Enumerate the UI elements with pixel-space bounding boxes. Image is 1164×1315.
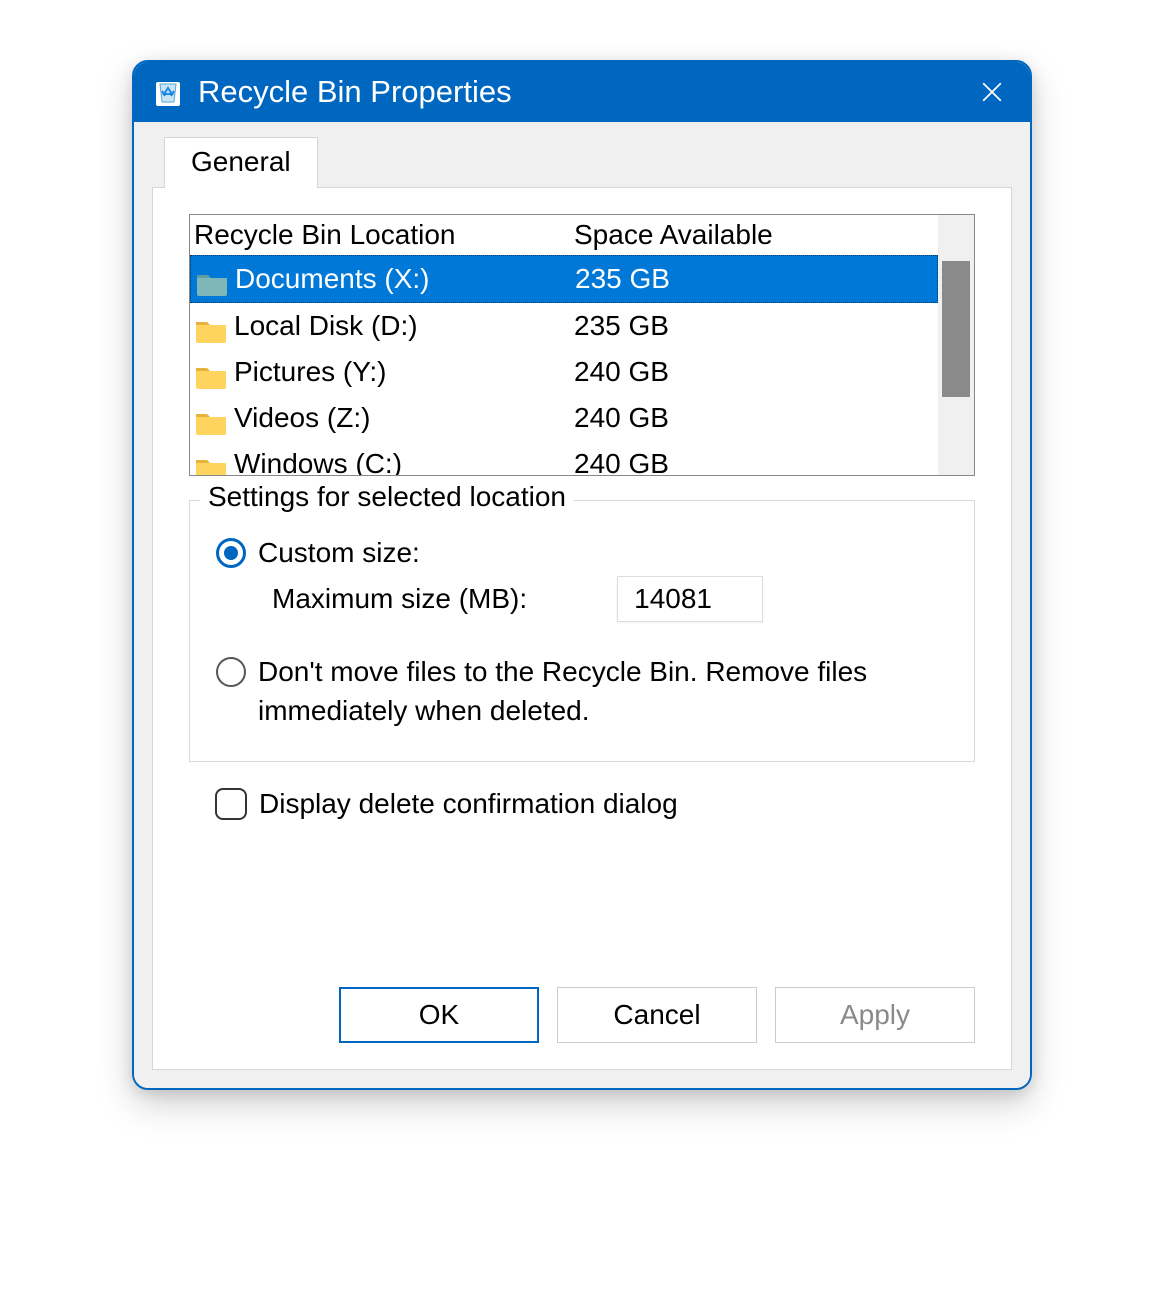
scrollbar-thumb[interactable] <box>942 261 970 397</box>
row-space: 240 GB <box>574 351 938 393</box>
recycle-bin-icon <box>152 76 184 108</box>
row-space: 240 GB <box>574 397 938 439</box>
tab-general[interactable]: General <box>164 137 318 188</box>
dont-move-label: Don't move files to the Recycle Bin. Rem… <box>258 652 948 730</box>
tab-panel-general: Recycle Bin Location Space Available Doc… <box>152 187 1012 1070</box>
cancel-button[interactable]: Cancel <box>557 987 757 1043</box>
close-button[interactable] <box>972 72 1012 112</box>
column-header-location[interactable]: Recycle Bin Location <box>194 219 574 251</box>
row-location: Local Disk (D:) <box>234 305 418 347</box>
display-confirmation-label: Display delete confirmation dialog <box>259 788 678 820</box>
row-space: 240 GB <box>574 443 938 475</box>
radio-dont-move[interactable] <box>216 657 246 687</box>
location-listview: Recycle Bin Location Space Available Doc… <box>189 214 975 476</box>
folder-icon <box>194 405 228 431</box>
dialog-body: General Recycle Bin Location Space Avail… <box>134 122 1030 1088</box>
recycle-bin-properties-dialog: Recycle Bin Properties General Recycle B… <box>132 60 1032 1090</box>
scrollbar[interactable] <box>938 215 974 475</box>
table-row[interactable]: Local Disk (D:) 235 GB <box>190 303 938 349</box>
custom-size-label: Custom size: <box>258 533 948 572</box>
row-location: Pictures (Y:) <box>234 351 386 393</box>
folder-icon <box>194 313 228 339</box>
settings-groupbox: Settings for selected location Custom si… <box>189 500 975 762</box>
window-title: Recycle Bin Properties <box>198 74 972 110</box>
ok-button[interactable]: OK <box>339 987 539 1043</box>
dialog-button-row: OK Cancel Apply <box>189 947 975 1043</box>
row-location: Videos (Z:) <box>234 397 370 439</box>
groupbox-legend: Settings for selected location <box>200 481 574 513</box>
table-row[interactable]: Videos (Z:) 240 GB <box>190 395 938 441</box>
checkbox-display-confirmation[interactable] <box>215 788 247 820</box>
radio-custom-size[interactable] <box>216 538 246 568</box>
table-row[interactable]: Windows (C:) 240 GB <box>190 441 938 475</box>
max-size-input[interactable] <box>617 576 763 622</box>
row-location: Windows (C:) <box>234 443 402 475</box>
table-row[interactable]: Documents (X:) 235 GB <box>190 255 938 303</box>
max-size-label: Maximum size (MB): <box>272 583 527 615</box>
folder-icon <box>194 359 228 385</box>
apply-button[interactable]: Apply <box>775 987 975 1043</box>
listview-header: Recycle Bin Location Space Available <box>190 215 938 255</box>
table-row[interactable]: Pictures (Y:) 240 GB <box>190 349 938 395</box>
titlebar[interactable]: Recycle Bin Properties <box>134 62 1030 122</box>
folder-icon <box>195 266 229 292</box>
folder-icon <box>194 451 228 475</box>
tabstrip: General <box>152 122 1012 187</box>
row-space: 235 GB <box>575 258 937 300</box>
row-space: 235 GB <box>574 305 938 347</box>
row-location: Documents (X:) <box>235 258 430 300</box>
column-header-space[interactable]: Space Available <box>574 219 938 251</box>
